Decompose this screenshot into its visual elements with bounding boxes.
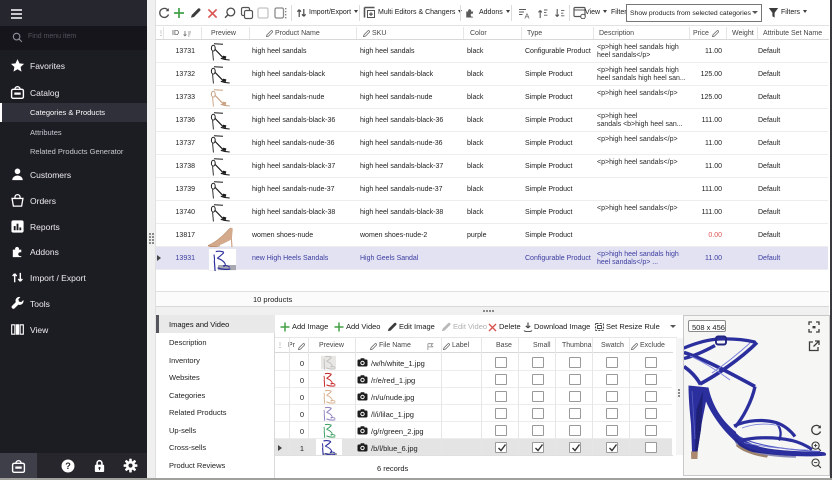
svg-text:?: ? [65, 461, 71, 471]
svg-text:A: A [525, 12, 530, 20]
